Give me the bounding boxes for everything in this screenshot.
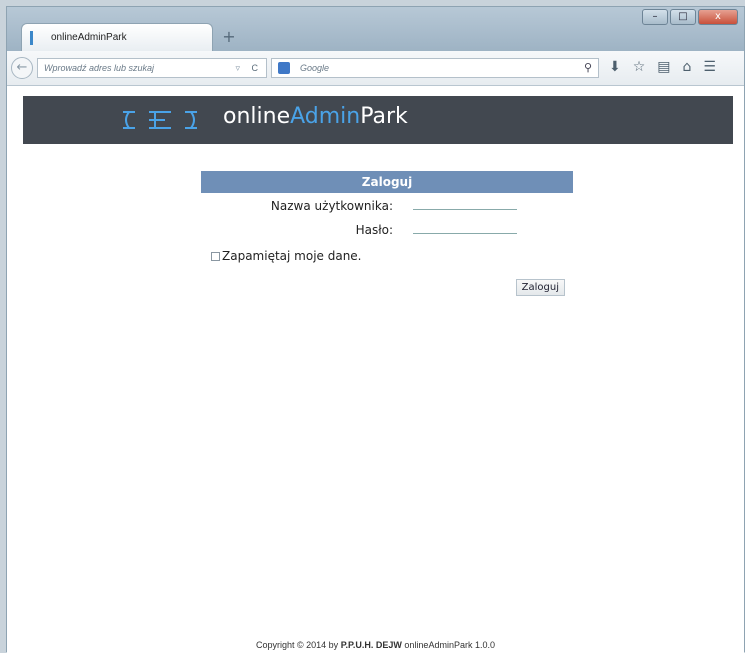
- remember-checkbox[interactable]: [211, 251, 220, 261]
- close-button[interactable]: x: [698, 9, 738, 25]
- app-version: onlineAdminPark 1.0.0: [404, 640, 495, 650]
- search-engine-icon[interactable]: [278, 62, 290, 74]
- maximize-button[interactable]: □: [670, 9, 696, 25]
- login-button[interactable]: Zaloguj: [515, 279, 565, 296]
- browser-tab[interactable]: onlineAdminPark: [21, 23, 213, 51]
- remember-me[interactable]: Zapamiętaj moje dane.: [211, 249, 362, 263]
- remember-label: Zapamiętaj moje dane.: [222, 249, 362, 263]
- favicon-icon: [30, 30, 43, 45]
- reload-icon[interactable]: C: [252, 59, 259, 77]
- back-button[interactable]: ←: [11, 57, 33, 79]
- menu-icon[interactable]: ☰: [703, 59, 716, 75]
- star-icon[interactable]: ☆: [633, 59, 646, 75]
- site-brand: onlineAdminPark: [223, 104, 408, 129]
- password-input[interactable]: [413, 233, 517, 234]
- username-row: Nazwa użytkownika:: [201, 193, 573, 217]
- new-tab-button[interactable]: +: [219, 27, 239, 47]
- dropdown-arrow-icon[interactable]: ▿: [235, 59, 240, 77]
- back-arrow-icon: ←: [16, 60, 28, 75]
- password-row: Hasło:: [201, 217, 573, 241]
- brand-accent: Admin: [290, 104, 361, 129]
- browser-window: onlineAdminPark + – □ x ← Wprowadź adres…: [6, 6, 745, 653]
- address-placeholder: Wprowadź adres lub szukaj: [44, 63, 155, 73]
- username-label: Nazwa użytkownika:: [270, 199, 393, 213]
- clipboard-icon[interactable]: ▤: [657, 59, 670, 75]
- toolbar-icons: ⬇ ☆ ▤ ⌂ ☰: [609, 59, 716, 75]
- logo-icon: [123, 111, 197, 129]
- brand-suffix: Park: [360, 104, 408, 129]
- password-label: Hasło:: [355, 223, 393, 237]
- web-page: onlineAdminPark Zaloguj Nazwa użytkownik…: [7, 86, 744, 653]
- username-input[interactable]: [413, 209, 517, 210]
- search-placeholder: Google: [300, 63, 330, 73]
- window-controls: – □ x: [642, 9, 738, 25]
- home-icon[interactable]: ⌂: [683, 59, 692, 75]
- address-bar[interactable]: Wprowadź adres lub szukaj ▿ C: [37, 58, 267, 78]
- magnifier-icon[interactable]: ⚲: [584, 59, 592, 77]
- login-panel: Zaloguj Nazwa użytkownika: Hasło: Zapami…: [201, 171, 573, 325]
- copyright-text: Copyright © 2014 by: [256, 640, 339, 650]
- search-bar[interactable]: Google ⚲: [271, 58, 599, 78]
- download-icon[interactable]: ⬇: [609, 59, 621, 75]
- page-footer: Copyright © 2014 by P.P.U.H. DEJW online…: [7, 640, 744, 650]
- navigation-bar: ← Wprowadź adres lub szukaj ▿ C Google ⚲…: [7, 51, 744, 86]
- login-title: Zaloguj: [201, 171, 573, 193]
- brand-prefix: online: [223, 104, 291, 129]
- company-name: P.P.U.H. DEJW: [340, 640, 402, 650]
- minimize-button[interactable]: –: [642, 9, 668, 25]
- tab-title: onlineAdminPark: [51, 32, 127, 43]
- site-banner: onlineAdminPark: [23, 96, 733, 144]
- tab-strip: onlineAdminPark + – □ x: [7, 7, 744, 51]
